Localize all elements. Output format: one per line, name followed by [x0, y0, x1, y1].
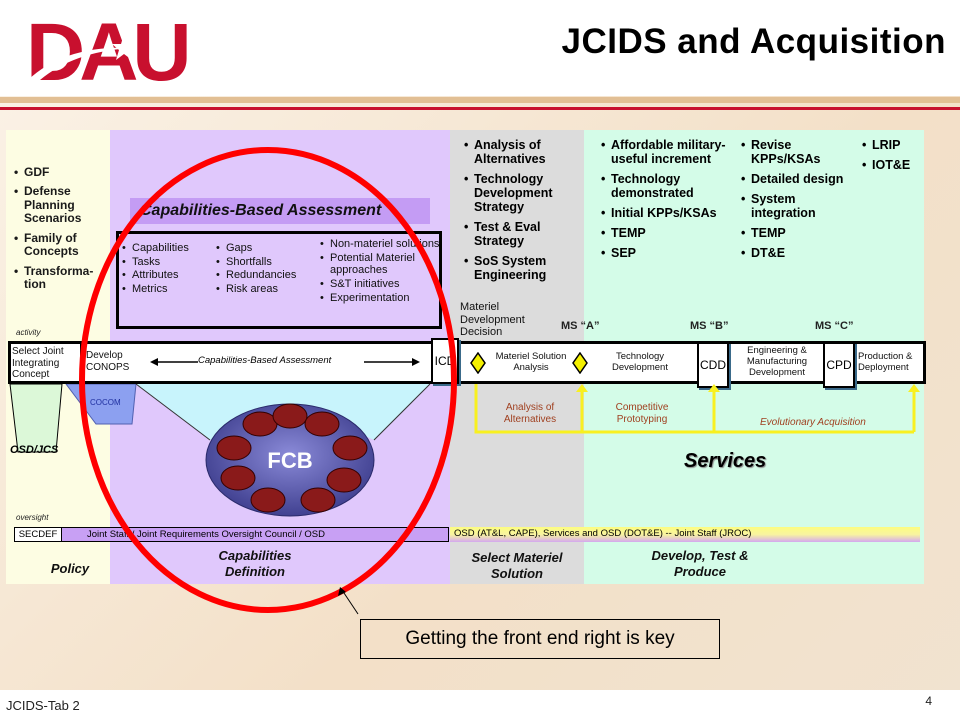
highlight-overlay [79, 147, 457, 615]
callout-box: Getting the front end right is key [360, 619, 720, 659]
highlight-circle [79, 147, 457, 613]
slide-footer [0, 690, 960, 720]
footer-label: JCIDS-Tab 2 [6, 698, 80, 713]
page-number: 4 [925, 694, 932, 708]
callout-arrow [341, 589, 359, 615]
